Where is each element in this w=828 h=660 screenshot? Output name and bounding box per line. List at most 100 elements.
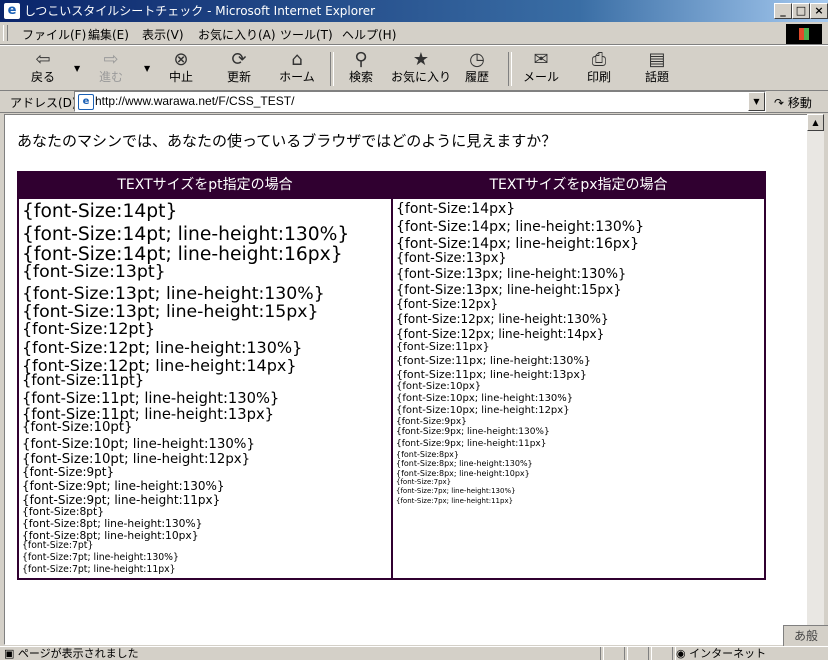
status-bar: ▣ ページが表示されました ◉ インターネット: [0, 646, 828, 660]
font-sample-line: {font-Size:10pt}: [22, 420, 133, 436]
window-title: しつこいスタイルシートチェック - Microsoft Internet Exp…: [24, 4, 376, 18]
toolbar-separator: [330, 52, 334, 86]
favorites-button[interactable]: ★ お気に入り: [390, 50, 452, 88]
menu-edit[interactable]: 編集(E): [88, 26, 129, 43]
toolbar-grip[interactable]: [3, 25, 8, 41]
back-button[interactable]: ⇦ 戻る: [18, 50, 68, 88]
page-question: あなたのマシンでは、あなたの使っているブラウザではどのように見えますか？: [17, 132, 557, 150]
toolbar-separator: [508, 52, 512, 86]
print-button[interactable]: ⎙ 印刷: [574, 50, 624, 88]
font-sample-line: {font-Size:7pt; line-height:130%}: [22, 551, 179, 563]
vertical-scrollbar[interactable]: ▲: [807, 114, 824, 645]
home-icon: ⌂: [291, 49, 303, 70]
page-content: あなたのマシンでは、あなたの使っているブラウザではどのように見えますか？ TEX…: [4, 114, 808, 645]
menu-help[interactable]: ヘルプ(H): [342, 26, 396, 43]
pt-sample-cell: {font-Size:14pt} {font-Size:14pt; line-he…: [17, 197, 393, 580]
discuss-icon: ▤: [648, 49, 666, 70]
mail-button[interactable]: ✉ メール: [516, 50, 566, 88]
minimize-button[interactable]: _: [774, 3, 792, 19]
font-sample-line: {font-Size:13pt}: [22, 262, 166, 283]
menu-view[interactable]: 表示(V): [142, 26, 184, 43]
font-sample-line: {font-Size:13px}: [396, 250, 507, 266]
discuss-button[interactable]: ▤ 話題: [632, 50, 682, 88]
home-button[interactable]: ⌂ ホーム: [272, 50, 322, 88]
search-button[interactable]: ⚲ 検索: [336, 50, 386, 88]
font-sample-line: {font-Size:12px; line-height:14px}: [396, 327, 605, 342]
go-button[interactable]: ↷ 移動: [774, 94, 812, 111]
security-zone: ◉ インターネット: [676, 647, 767, 660]
refresh-button[interactable]: ⟳ 更新: [214, 50, 264, 88]
font-sample-line: {font-Size:8pt}: [22, 504, 105, 518]
font-sample-line: {font-Size:11px; line-height:13px}: [396, 368, 587, 381]
font-sample-line: {font-Size:11pt}: [22, 371, 145, 389]
font-size-table: TEXTサイズをpt指定の場合 TEXTサイズをpx指定の場合 {font-Si…: [17, 171, 766, 580]
favorites-icon: ★: [412, 49, 430, 70]
font-sample-line: {font-Size:14px; line-height:16px}: [396, 235, 639, 252]
px-column-header: TEXTサイズをpx指定の場合: [392, 171, 765, 198]
scroll-up-button[interactable]: ▲: [807, 114, 824, 131]
font-sample-line: {font-Size:10px; line-height:12px}: [396, 405, 570, 417]
font-sample-line: {font-Size:14px}: [396, 201, 516, 217]
font-sample-line: {font-Size:12pt; line-height:14px}: [22, 355, 297, 375]
refresh-icon: ⟳: [231, 49, 247, 70]
menu-file[interactable]: ファイル(F): [22, 26, 86, 43]
menu-tools[interactable]: ツール(T): [280, 26, 333, 43]
maximize-button[interactable]: □: [792, 3, 810, 19]
ime-language-bar[interactable]: あ般: [783, 625, 828, 647]
font-sample-line: {font-Size:9px}: [396, 417, 467, 428]
close-button[interactable]: ×: [810, 3, 828, 19]
font-sample-line: {font-Size:7px; line-height:130%}: [396, 487, 516, 496]
forward-dropdown-arrow[interactable]: ▼: [144, 64, 150, 73]
address-label: アドレス(D): [10, 96, 77, 110]
font-sample-line: {font-Size:7px}: [396, 478, 452, 487]
font-sample-line: {font-Size:12pt}: [22, 319, 155, 339]
back-dropdown-arrow[interactable]: ▼: [74, 64, 80, 73]
font-sample-line: {font-Size:14pt}: [22, 201, 178, 222]
menu-favorites[interactable]: お気に入り(A): [198, 26, 276, 43]
font-sample-line: {font-Size:11px; line-height:130%}: [396, 353, 591, 367]
px-sample-cell: {font-Size:14px} {font-Size:14px; line-he…: [391, 197, 766, 580]
standard-toolbar: ⇦ 戻る ▼ ⇨ 進む ▼ ⊗ 中止 ⟳ 更新 ⌂ ホーム ⚲ 検索 ★ お気に…: [0, 45, 828, 91]
font-sample-line: {font-Size:14px; line-height:130%}: [396, 218, 645, 235]
font-sample-line: {font-Size:7pt}: [22, 540, 94, 552]
font-sample-line: {font-Size:8px; line-height:130%}: [396, 459, 533, 468]
font-sample-line: {font-Size:13px; line-height:15px}: [396, 283, 622, 299]
font-sample-line: {font-Size:14pt; line-height:16px}: [22, 244, 343, 266]
font-sample-line: {font-Size:10px}: [396, 381, 482, 392]
title-bar: e しつこいスタイルシートチェック - Microsoft Internet E…: [0, 0, 828, 22]
history-icon: ◷: [469, 49, 485, 70]
font-sample-line: {font-Size:9pt}: [22, 464, 115, 479]
search-icon: ⚲: [354, 49, 368, 70]
menu-bar: ファイル(F) 編集(E) 表示(V) お気に入り(A) ツール(T) ヘルプ(…: [0, 22, 828, 45]
address-bar: アドレス(D) e http://www.warawa.net/F/CSS_TE…: [0, 90, 828, 113]
font-sample-line: {font-Size:10pt; line-height:130%}: [22, 437, 255, 453]
address-input[interactable]: e http://www.warawa.net/F/CSS_TEST/ ▼: [74, 91, 766, 112]
font-sample-line: {font-Size:12px}: [396, 297, 499, 312]
page-icon: e: [78, 94, 94, 110]
font-sample-line: {font-Size:12px; line-height:130%}: [396, 311, 609, 326]
status-text: ▣ ページが表示されました: [4, 647, 139, 660]
history-button[interactable]: ◷ 履歴: [452, 50, 502, 88]
forward-button[interactable]: ⇨ 進む: [86, 50, 136, 88]
font-sample-line: {font-Size:13px; line-height:130%}: [396, 266, 627, 282]
ie-logo-icon: e: [4, 3, 20, 19]
font-sample-line: {font-Size:10pt; line-height:12px}: [22, 451, 251, 467]
page-done-icon: ▣: [4, 647, 15, 660]
font-sample-line: {font-Size:13pt; line-height:15px}: [22, 302, 319, 323]
font-sample-line: {font-Size:11px}: [396, 340, 490, 354]
print-icon: ⎙: [591, 49, 607, 70]
address-dropdown-button[interactable]: ▼: [748, 92, 765, 111]
go-arrow-icon: ↷: [774, 96, 785, 110]
font-sample-line: {font-Size:7px; line-height:11px}: [396, 497, 514, 506]
globe-icon: ◉: [676, 647, 686, 660]
windows-logo-icon: [786, 24, 822, 44]
font-sample-line: {font-Size:10px; line-height:130%}: [396, 393, 574, 405]
stop-icon: ⊗: [173, 49, 189, 70]
stop-button[interactable]: ⊗ 中止: [156, 50, 206, 88]
address-url[interactable]: http://www.warawa.net/F/CSS_TEST/: [95, 94, 294, 108]
font-sample-line: {font-Size:9px; line-height:11px}: [396, 439, 547, 449]
font-sample-line: {font-Size:7pt; line-height:11px}: [22, 563, 176, 575]
font-sample-line: {font-Size:9px; line-height:130%}: [396, 427, 550, 438]
forward-arrow-icon: ⇨: [103, 49, 119, 70]
font-sample-line: {font-Size:8px}: [396, 450, 460, 459]
